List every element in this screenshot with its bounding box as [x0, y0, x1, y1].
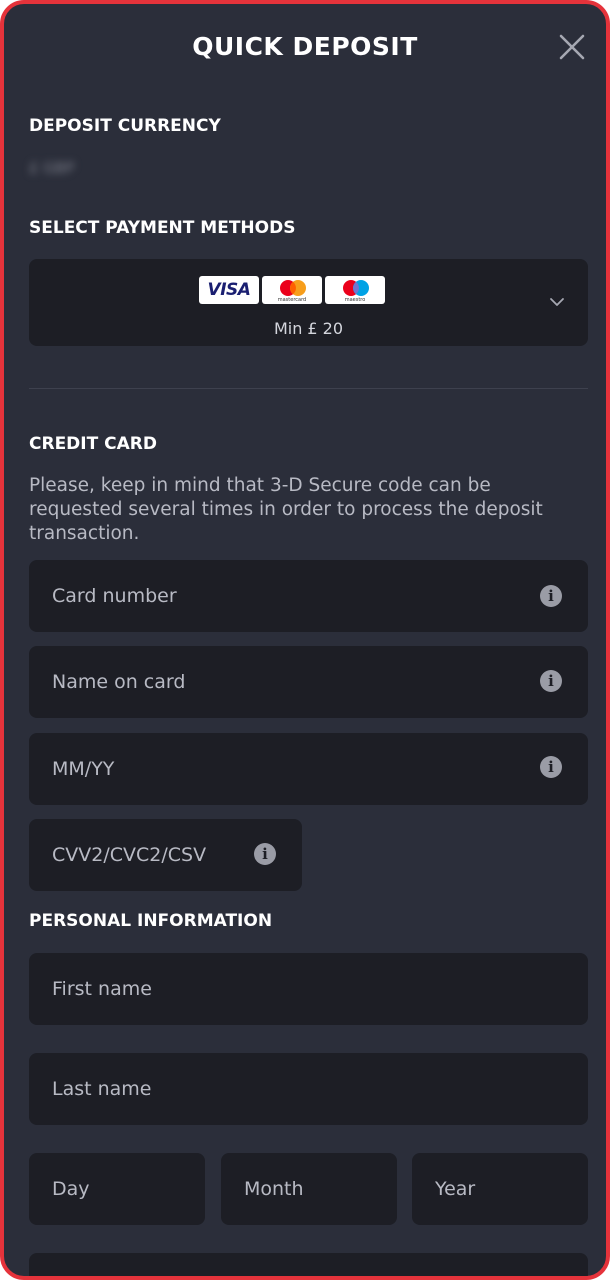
- cvv-input[interactable]: CVV2/CVC2/CSV i: [29, 819, 302, 891]
- payment-method-select[interactable]: VISA mastercard maestro Min £ 20: [29, 259, 588, 346]
- personal-info-label: PERSONAL INFORMATION: [29, 911, 273, 931]
- info-icon[interactable]: i: [540, 670, 562, 692]
- name-on-card-input[interactable]: Name on card i: [29, 646, 588, 718]
- deposit-currency-label: DEPOSIT CURRENCY: [29, 116, 221, 136]
- day-placeholder: Day: [52, 1178, 90, 1200]
- birth-year-input[interactable]: Year: [412, 1153, 588, 1225]
- birth-month-input[interactable]: Month: [221, 1153, 397, 1225]
- info-icon[interactable]: i: [254, 843, 276, 865]
- cvv-placeholder: CVV2/CVC2/CSV: [52, 844, 207, 866]
- info-icon[interactable]: i: [540, 756, 562, 778]
- card-number-placeholder: Card number: [52, 585, 177, 607]
- section-divider: [29, 388, 588, 389]
- min-deposit-text: Min £ 20: [273, 319, 344, 338]
- maestro-circles-icon: [343, 280, 369, 296]
- dialog-title: QUICK DEPOSIT: [192, 32, 418, 61]
- quick-deposit-dialog: QUICK DEPOSIT DEPOSIT CURRENCY £ GBP SEL…: [0, 0, 610, 1280]
- expiry-input[interactable]: MM/YY i: [29, 733, 588, 805]
- mastercard-logo: mastercard: [262, 276, 322, 304]
- last-name-input[interactable]: Last name: [29, 1053, 588, 1125]
- credit-card-label: CREDIT CARD: [29, 434, 157, 454]
- month-placeholder: Month: [244, 1178, 304, 1200]
- payment-methods-label: SELECT PAYMENT METHODS: [29, 218, 296, 238]
- close-icon[interactable]: [557, 32, 587, 62]
- last-name-placeholder: Last name: [52, 1078, 152, 1100]
- deposit-currency-value: £ GBP: [29, 159, 75, 177]
- first-name-placeholder: First name: [52, 978, 152, 1000]
- info-icon[interactable]: i: [540, 585, 562, 607]
- name-on-card-placeholder: Name on card: [52, 671, 186, 693]
- card-number-input[interactable]: Card number i: [29, 560, 588, 632]
- next-field-input[interactable]: [29, 1253, 588, 1276]
- mastercard-circles-icon: [280, 280, 306, 296]
- card-logos: VISA mastercard maestro: [199, 276, 385, 304]
- chevron-down-icon[interactable]: [549, 297, 565, 307]
- maestro-logo: maestro: [325, 276, 385, 304]
- birth-day-input[interactable]: Day: [29, 1153, 205, 1225]
- expiry-placeholder: MM/YY: [52, 758, 115, 780]
- year-placeholder: Year: [435, 1178, 476, 1200]
- first-name-input[interactable]: First name: [29, 953, 588, 1025]
- 3ds-notice-text: Please, keep in mind that 3-D Secure cod…: [29, 475, 543, 544]
- visa-logo: VISA: [199, 276, 259, 304]
